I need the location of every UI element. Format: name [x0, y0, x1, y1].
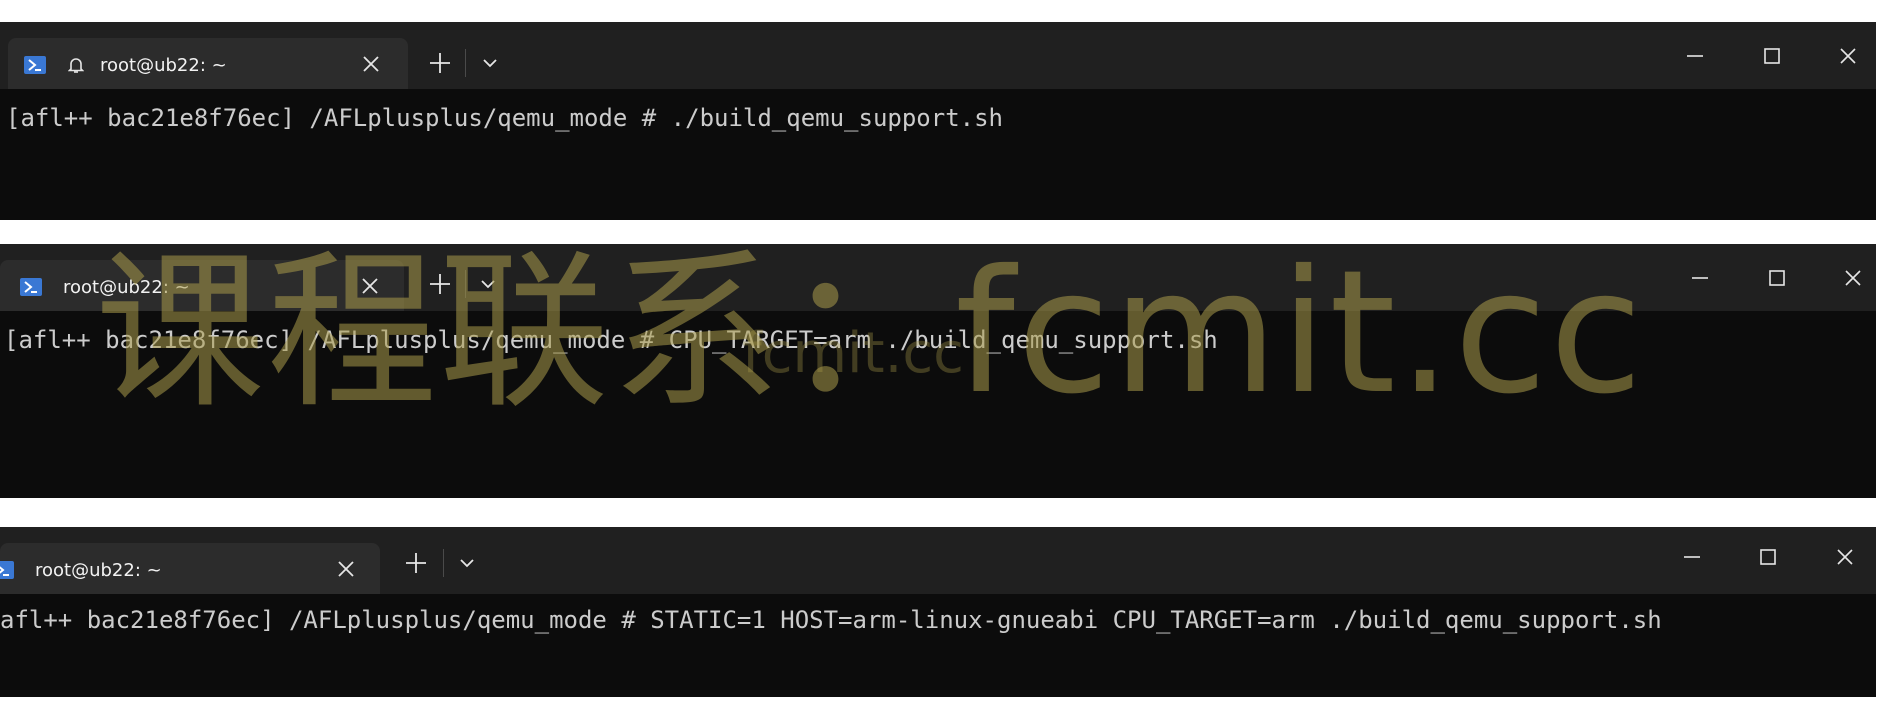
title-bar[interactable]: root@ub22: ~ — [0, 22, 1876, 89]
plus-icon[interactable] — [426, 270, 454, 298]
title-bar[interactable]: root@ub22: ~ — [0, 244, 1876, 311]
plus-icon[interactable] — [402, 549, 430, 577]
close-icon[interactable] — [1839, 264, 1867, 292]
title-bar[interactable]: root@ub22: ~ — [0, 527, 1876, 594]
powershell-icon — [0, 561, 14, 579]
close-icon[interactable] — [1834, 42, 1862, 70]
close-icon[interactable] — [359, 52, 383, 76]
powershell-icon — [20, 278, 42, 296]
minimize-icon[interactable] — [1686, 264, 1714, 292]
close-icon[interactable] — [358, 274, 382, 298]
tab-root-ub22[interactable]: root@ub22: ~ — [0, 543, 380, 594]
tab-title: root@ub22: ~ — [100, 55, 227, 76]
command-line[interactable]: afl++ bac21e8f76ec] /AFLplusplus/qemu_mo… — [0, 606, 1662, 634]
divider — [443, 549, 444, 577]
tab-title: root@ub22: ~ — [35, 560, 162, 581]
maximize-icon[interactable] — [1763, 264, 1791, 292]
minimize-icon[interactable] — [1678, 543, 1706, 571]
powershell-icon — [24, 56, 46, 74]
close-icon[interactable] — [1831, 543, 1859, 571]
plus-icon[interactable] — [426, 49, 454, 77]
terminal-window-3: root@ub22: ~ afl++ bac21e8f76ec] /AFLplu… — [0, 527, 1876, 697]
divider — [465, 49, 466, 77]
maximize-icon[interactable] — [1754, 543, 1782, 571]
divider — [465, 270, 466, 298]
chevron-down-icon[interactable] — [476, 49, 504, 77]
command-line[interactable]: [afl++ bac21e8f76ec] /AFLplusplus/qemu_m… — [6, 104, 1003, 132]
bell-icon — [68, 56, 84, 74]
close-icon[interactable] — [334, 557, 358, 581]
chevron-down-icon[interactable] — [453, 549, 481, 577]
terminal-window-1: root@ub22: ~ [afl++ bac21e8f76ec] /AFLpl… — [0, 22, 1876, 220]
terminal-window-2: root@ub22: ~ [afl++ bac21e8f76ec] /AFLpl… — [0, 244, 1876, 498]
tab-root-ub22[interactable]: root@ub22: ~ — [0, 260, 404, 311]
screenshot-stage: root@ub22: ~ [afl++ bac21e8f76ec] /AFLpl… — [0, 0, 1882, 711]
tab-root-ub22[interactable]: root@ub22: ~ — [8, 38, 408, 89]
tab-title: root@ub22: ~ — [63, 277, 190, 298]
chevron-down-icon[interactable] — [474, 270, 502, 298]
minimize-icon[interactable] — [1681, 42, 1709, 70]
maximize-icon[interactable] — [1758, 42, 1786, 70]
command-line[interactable]: [afl++ bac21e8f76ec] /AFLplusplus/qemu_m… — [4, 326, 1218, 354]
